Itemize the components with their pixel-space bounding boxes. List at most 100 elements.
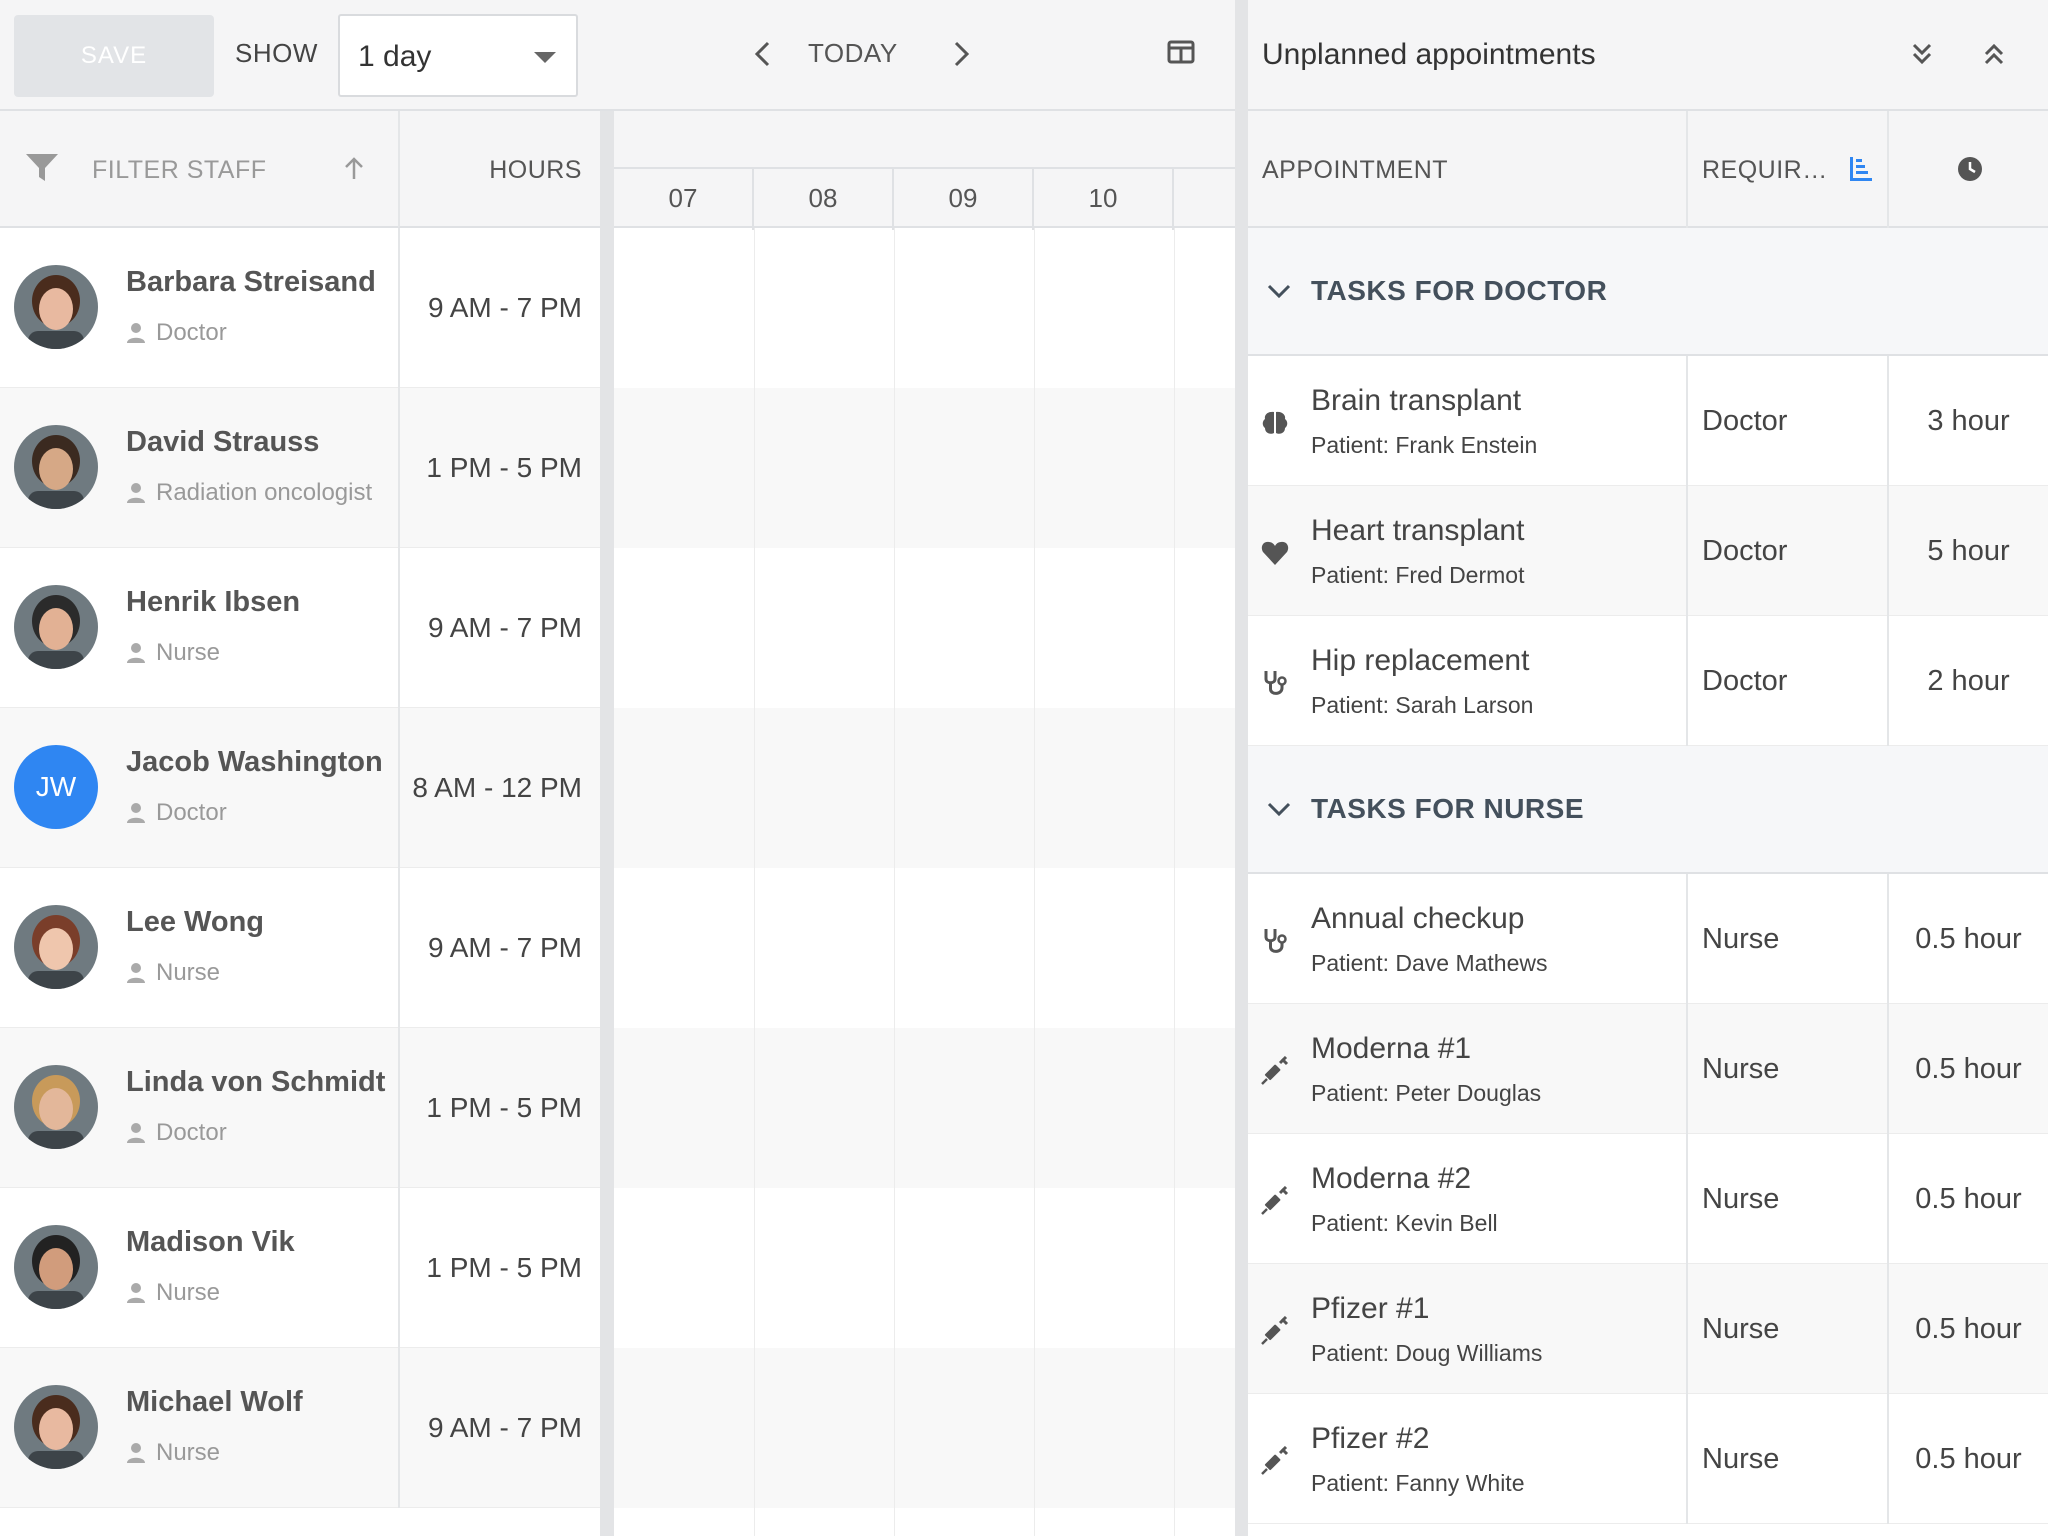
- timeline-row[interactable]: [614, 548, 1235, 708]
- user-md-icon: [127, 803, 145, 823]
- appointment-row[interactable]: Pfizer #2 Patient: Fanny White Nurse 0.5 ho…: [1248, 1394, 2048, 1524]
- timeline-row[interactable]: [614, 1028, 1235, 1188]
- appointment-row[interactable]: Moderna #2 Patient: Kevin Bell Nurse 0.5 ho…: [1248, 1134, 2048, 1264]
- staff-role: Doctor: [156, 799, 227, 826]
- stethoscope-icon: [1260, 668, 1290, 698]
- appointment-patient: Patient: Fanny White: [1311, 1470, 1525, 1496]
- timeline-grid-line: [1034, 228, 1035, 1536]
- staff-role: Doctor: [156, 319, 227, 346]
- appointment-row[interactable]: Annual checkup Patient: Dave Mathews Nurse…: [1248, 874, 2048, 1004]
- staff-hours: 9 AM - 7 PM: [398, 868, 600, 1028]
- syringe-icon: [1260, 1055, 1290, 1086]
- chevron-left-icon[interactable]: [748, 34, 778, 74]
- staff-row[interactable]: Henrik Ibsen Nurse 9 AM - 7 PM: [0, 548, 600, 708]
- brain-icon: [1260, 408, 1290, 438]
- heart-icon: [1260, 538, 1290, 568]
- user-md-icon: [127, 1283, 145, 1303]
- timeline-hour-label: 08: [754, 169, 894, 230]
- range-select[interactable]: 1 day: [338, 14, 578, 97]
- expand-all-icon[interactable]: [1908, 40, 1936, 68]
- appointment-requires: Nurse: [1686, 1004, 1887, 1134]
- appointment-row[interactable]: Moderna #1 Patient: Peter Douglas Nurse 0.5…: [1248, 1004, 2048, 1134]
- staff-name: Linda von Schmidt: [126, 1066, 386, 1098]
- splitter-handle[interactable]: [600, 111, 614, 1536]
- staff-row[interactable]: Linda von Schmidt Doctor 1 PM - 5 PM: [0, 1028, 600, 1188]
- chevron-down-icon[interactable]: [1266, 800, 1292, 818]
- appointment-name: Moderna #1: [1311, 1032, 1472, 1065]
- timeline-row[interactable]: [614, 708, 1235, 868]
- staff-name: Michael Wolf: [126, 1386, 303, 1418]
- sort-ascending-icon[interactable]: [342, 155, 366, 181]
- staff-column-header[interactable]: FILTER STAFF: [0, 111, 398, 228]
- staff-name: David Strauss: [126, 426, 320, 458]
- duration-column-header[interactable]: [1887, 111, 2048, 228]
- timeline-body[interactable]: [614, 228, 1235, 1536]
- appointment-requires: Doctor: [1686, 356, 1887, 486]
- save-button[interactable]: SAVE: [14, 15, 214, 97]
- appointment-duration: 0.5 hour: [1887, 1394, 2048, 1524]
- staff-role: Radiation oncologist: [156, 479, 373, 506]
- staff-row[interactable]: Lee Wong Nurse 9 AM - 7 PM: [0, 868, 600, 1028]
- unplanned-title: Unplanned appointments: [1262, 38, 1596, 71]
- appointment-row[interactable]: Pfizer #1 Patient: Doug Williams Nurse 0.5 …: [1248, 1264, 2048, 1394]
- timeline-row[interactable]: [614, 388, 1235, 548]
- appointment-duration: 0.5 hour: [1887, 1134, 2048, 1264]
- appointment-row[interactable]: Brain transplant Patient: Frank Enstein Do…: [1248, 356, 2048, 486]
- user-md-icon: [127, 323, 145, 343]
- filter-staff-input[interactable]: FILTER STAFF: [92, 156, 267, 185]
- appointment-column-label[interactable]: APPOINTMENT: [1262, 156, 1448, 185]
- hours-column-header[interactable]: HOURS: [398, 111, 600, 228]
- avatar: [14, 905, 98, 989]
- syringe-icon: [1260, 1315, 1290, 1346]
- timeline-hour-label: 09: [894, 169, 1034, 230]
- appointment-name: Moderna #2: [1311, 1162, 1472, 1195]
- filter-icon[interactable]: [24, 151, 60, 185]
- appointment-name: Hip replacement: [1311, 644, 1530, 677]
- appointment-patient: Patient: Peter Douglas: [1311, 1080, 1542, 1106]
- staff-hours: 8 AM - 12 PM: [398, 708, 600, 868]
- staff-hours: 9 AM - 7 PM: [398, 1348, 600, 1508]
- user-md-icon: [127, 483, 145, 503]
- appointment-name: Annual checkup: [1311, 902, 1525, 935]
- staff-role: Nurse: [156, 959, 221, 986]
- appointment-duration: 3 hour: [1887, 356, 2048, 486]
- staff-row[interactable]: David Strauss Radiation oncologist 1 PM - …: [0, 388, 600, 548]
- timeline-grid-line: [894, 228, 895, 1536]
- task-group-header[interactable]: TASKS FOR NURSE: [1248, 746, 2048, 874]
- timeline-row[interactable]: [614, 1348, 1235, 1508]
- appointment-patient: Patient: Kevin Bell: [1311, 1210, 1498, 1236]
- avatar: JW: [14, 745, 98, 829]
- main-splitter-handle[interactable]: [1235, 0, 1248, 1536]
- staff-row[interactable]: Madison Vik Nurse 1 PM - 5 PM: [0, 1188, 600, 1348]
- timeline-hour-label: 10: [1034, 169, 1174, 230]
- requires-column-header[interactable]: REQUIRES: [1686, 111, 1887, 228]
- staff-name: Barbara Streisand: [126, 266, 376, 298]
- staff-hours: 9 AM - 7 PM: [398, 228, 600, 388]
- staff-hours: 1 PM - 5 PM: [398, 1028, 600, 1188]
- timeline-row[interactable]: [614, 1188, 1235, 1348]
- avatar: [14, 1225, 98, 1309]
- chevron-right-icon[interactable]: [946, 34, 976, 74]
- timeline-row[interactable]: [614, 868, 1235, 1028]
- avatar: [14, 1385, 98, 1469]
- unplanned-appointments-list: TASKS FOR DOCTOR Brain transplant Patient:…: [1248, 228, 2048, 1524]
- split-view-icon[interactable]: [1167, 40, 1195, 64]
- appointment-row[interactable]: Heart transplant Patient: Fred Dermot Doct…: [1248, 486, 2048, 616]
- appointment-row[interactable]: Hip replacement Patient: Sarah Larson Doct…: [1248, 616, 2048, 746]
- staff-hours: 1 PM - 5 PM: [398, 388, 600, 548]
- requires-column-label: REQUIRES: [1702, 156, 1830, 184]
- chevron-down-icon[interactable]: [1266, 282, 1292, 300]
- stethoscope-icon: [1260, 926, 1290, 956]
- appointment-duration: 5 hour: [1887, 486, 2048, 616]
- staff-row[interactable]: Barbara Streisand Doctor 9 AM - 7 PM: [0, 228, 600, 388]
- appointment-patient: Patient: Dave Mathews: [1311, 950, 1548, 976]
- timeline-hour-label: 07: [614, 169, 754, 230]
- today-button[interactable]: TODAY: [808, 38, 898, 69]
- sort-amount-icon[interactable]: [1848, 155, 1874, 183]
- staff-row[interactable]: JW Jacob Washington Doctor 8 AM - 12 PM: [0, 708, 600, 868]
- staff-row[interactable]: Michael Wolf Nurse 9 AM - 7 PM: [0, 1348, 600, 1508]
- collapse-all-icon[interactable]: [1980, 40, 2008, 68]
- task-group-header[interactable]: TASKS FOR DOCTOR: [1248, 228, 2048, 356]
- timeline-row[interactable]: [614, 228, 1235, 388]
- user-md-icon: [127, 1123, 145, 1143]
